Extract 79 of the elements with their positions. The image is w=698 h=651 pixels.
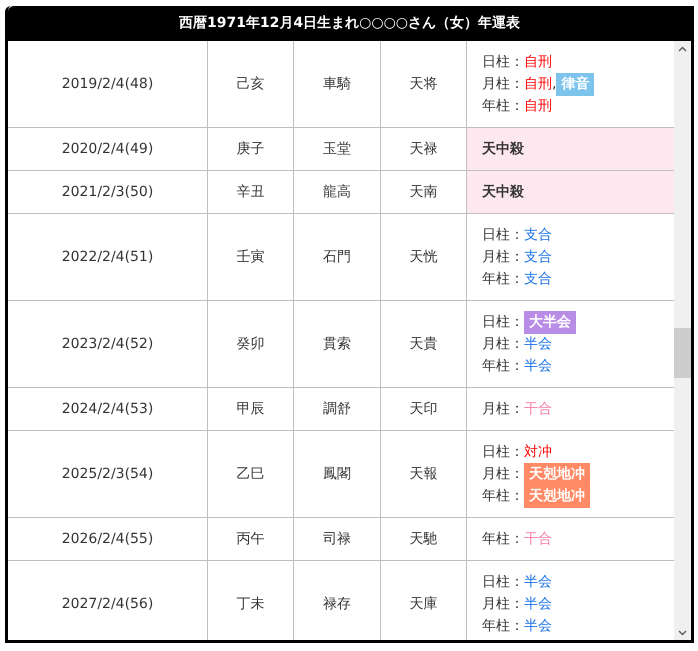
- relation-text: 支合: [524, 226, 552, 244]
- tag: 律音: [556, 72, 594, 96]
- relation-text: 自刑: [524, 74, 552, 94]
- kanshi-cell-text: 己亥: [236, 74, 264, 94]
- pillar-label: 日柱：: [482, 52, 524, 72]
- relation-text: 半会: [524, 572, 552, 592]
- star-cell-text: 鳳閣: [323, 464, 351, 484]
- relation-text: 自刑: [524, 96, 552, 116]
- pillar-label: 年柱：: [482, 616, 524, 636]
- star-cell-text: 天南: [410, 182, 438, 202]
- kanshi-cell-text: 乙巳: [236, 464, 264, 484]
- star-cell-text: 禄存: [323, 594, 351, 614]
- star-cell-text: 天貴: [410, 334, 438, 354]
- tenchusatsu-label: 天中殺: [482, 182, 524, 202]
- pillar-label: 月柱：: [482, 334, 524, 354]
- kanshi-cell-text: 丁未: [236, 594, 264, 614]
- star-cell-text: 調舒: [323, 400, 351, 418]
- pillar-label: 月柱：: [482, 594, 524, 614]
- date-cell-text: 2023/2/4(52): [62, 334, 154, 354]
- table-title: 西暦1971年12月4日生まれ○○○○さん（女）年運表: [178, 14, 520, 33]
- star-cell-text: 車騎: [323, 74, 351, 94]
- tag: 大半会: [524, 310, 576, 334]
- pillar-label: 月柱：: [482, 74, 524, 94]
- tag: 天剋地冲: [524, 484, 590, 508]
- star-cell-text: 天庫: [410, 594, 438, 614]
- date-cell-text: 2019/2/4(48): [62, 74, 154, 94]
- star-cell-text: 天恍: [410, 248, 438, 266]
- relation-text: 対冲: [524, 442, 552, 462]
- scrollbar[interactable]: [674, 41, 691, 640]
- relation-text: 自刑: [524, 52, 552, 72]
- date-cell-text: 2021/2/3(50): [62, 182, 154, 202]
- relation-text: 支合: [524, 270, 552, 288]
- pillar-label: 年柱：: [482, 96, 524, 116]
- date-cell-text: 2024/2/4(53): [62, 400, 154, 418]
- tag: 天剋地冲: [524, 462, 590, 486]
- kanshi-cell-text: 庚子: [236, 140, 264, 158]
- star-cell-text: 玉堂: [323, 140, 351, 158]
- kanshi-cell-text: 辛丑: [236, 182, 264, 202]
- kanshi-cell-text: 壬寅: [236, 248, 264, 266]
- pillar-label: 月柱：: [482, 464, 524, 484]
- pillar-label: 日柱：: [482, 226, 524, 244]
- pillar-label: 年柱：: [482, 356, 524, 376]
- relation-text: 半会: [524, 334, 552, 354]
- pillar-label: 月柱：: [482, 248, 524, 266]
- date-cell-text: 2027/2/4(56): [62, 594, 154, 614]
- kanshi-cell-text: 甲辰: [236, 400, 264, 418]
- star-cell-text: 天印: [410, 400, 438, 418]
- pillar-label: 年柱：: [482, 270, 524, 288]
- star-cell-text: 天禄: [410, 140, 438, 158]
- star-cell-text: 石門: [323, 248, 351, 266]
- pillar-label: 日柱：: [482, 572, 524, 592]
- relation-text: 干合: [524, 530, 552, 548]
- star-cell-text: 貫索: [323, 334, 351, 354]
- pillar-label: 年柱：: [482, 486, 524, 506]
- relation-text: 半会: [524, 356, 552, 376]
- pillar-label: 日柱：: [482, 312, 524, 332]
- kanshi-cell-text: 癸卯: [236, 334, 264, 354]
- date-cell-text: 2026/2/4(55): [62, 530, 154, 548]
- scroll-down-icon[interactable]: [678, 630, 687, 636]
- kanshi-cell-text: 丙午: [236, 530, 264, 548]
- relation-text: ,: [552, 74, 556, 94]
- date-cell-text: 2020/2/4(49): [62, 140, 154, 158]
- pillar-label: 年柱：: [482, 530, 524, 548]
- star-cell-text: 天馳: [410, 530, 438, 548]
- date-cell-text: 2025/2/3(54): [62, 464, 154, 484]
- date-cell-text: 2022/2/4(51): [62, 248, 154, 266]
- relation-text: 半会: [524, 594, 552, 614]
- pillar-label: 月柱：: [482, 400, 524, 418]
- star-cell-text: 天将: [410, 74, 438, 94]
- relation-text: 干合: [524, 400, 552, 418]
- scroll-up-icon[interactable]: [678, 46, 687, 52]
- tenchusatsu-label: 天中殺: [482, 140, 524, 158]
- relation-text: 半会: [524, 616, 552, 636]
- pillar-label: 日柱：: [482, 442, 524, 462]
- star-cell-text: 天報: [410, 464, 438, 484]
- scroll-thumb[interactable]: [674, 328, 691, 378]
- relation-text: 支合: [524, 248, 552, 266]
- star-cell-text: 龍高: [323, 182, 351, 202]
- star-cell-text: 司禄: [323, 530, 351, 548]
